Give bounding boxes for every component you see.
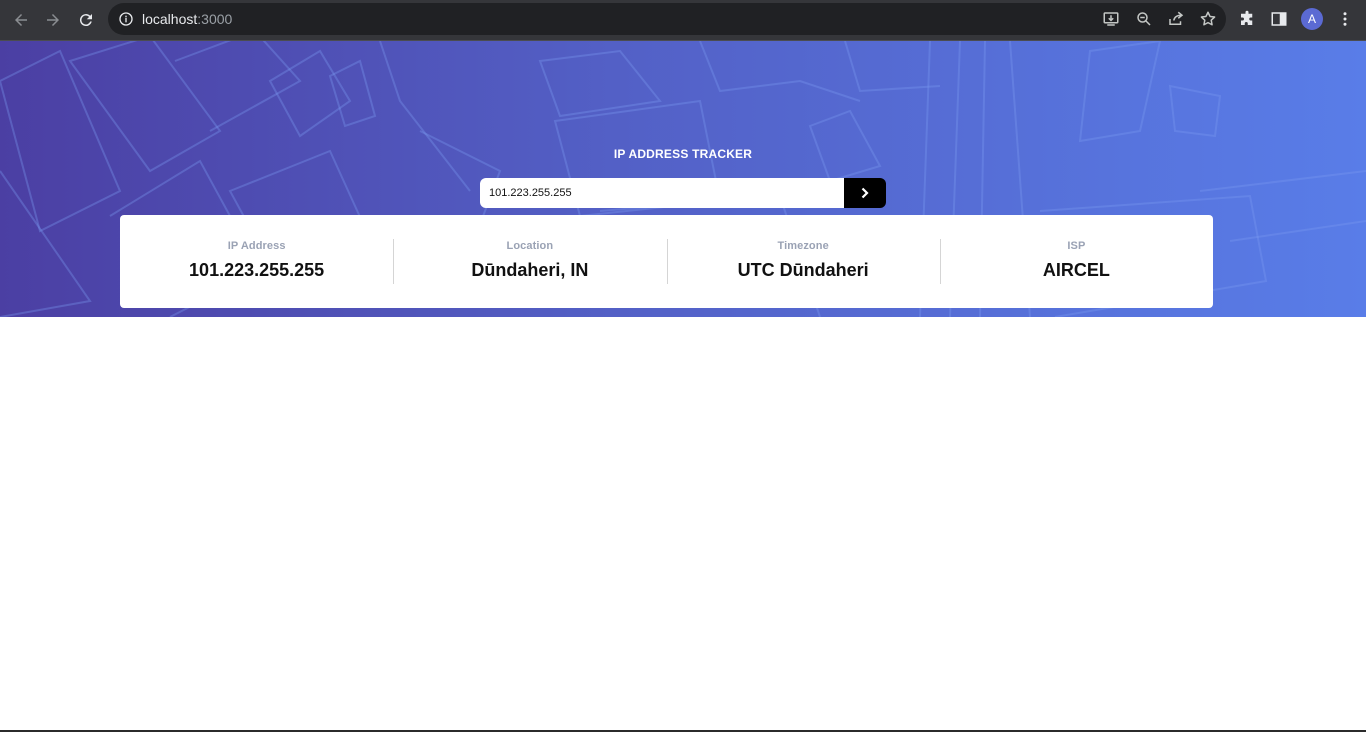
location-value: Dūndaheri, IN [471,260,589,280]
ip-address-cell: IP Address 101.223.255.255 [120,215,393,308]
ip-info-card: IP Address 101.223.255.255 Location Dūnd… [120,215,1213,308]
arrow-left-icon [15,14,27,26]
ip-address-label: IP Address [227,240,286,252]
ip-search-input[interactable] [480,178,844,208]
ip-address-value: 101.223.255.255 [189,260,325,280]
isp-label: ISP [1067,240,1086,252]
url-host: localhost [142,11,198,27]
url-port: :3000 [197,11,233,27]
reload-icon [79,14,92,27]
search-submit-button[interactable] [844,178,886,208]
isp-cell: ISP AIRCEL [939,215,1213,308]
browser-toolbar: localhost:3000 A [0,0,1366,40]
ip-search-form [480,178,886,208]
share-icon[interactable] [1167,10,1185,28]
address-bar[interactable]: localhost:3000 [108,3,1226,35]
url-text[interactable]: localhost:3000 [142,11,232,27]
back-button[interactable] [8,7,34,33]
app-title: IP ADDRESS TRACKER [613,147,753,161]
timezone-value: UTC Dūndaheri [737,260,869,280]
location-label: Location [506,240,554,252]
isp-value: AIRCEL [1042,260,1110,280]
bookmark-star-icon[interactable] [1199,10,1217,28]
zoom-icon[interactable] [1135,10,1153,28]
arrow-right-icon [47,14,59,26]
site-info-icon[interactable] [118,11,134,27]
location-cell: Location Dūndaheri, IN [393,215,666,308]
timezone-cell: Timezone UTC Dūndaheri [666,215,940,308]
more-menu-icon[interactable] [1336,10,1354,28]
install-app-icon[interactable] [1102,10,1120,28]
forward-button[interactable] [40,7,66,33]
chevron-right-icon [861,187,869,199]
side-panel-icon[interactable] [1270,10,1288,28]
extensions-icon[interactable] [1238,10,1256,28]
timezone-label: Timezone [777,240,829,252]
profile-avatar[interactable]: A [1301,8,1323,30]
reload-button[interactable] [73,7,99,33]
